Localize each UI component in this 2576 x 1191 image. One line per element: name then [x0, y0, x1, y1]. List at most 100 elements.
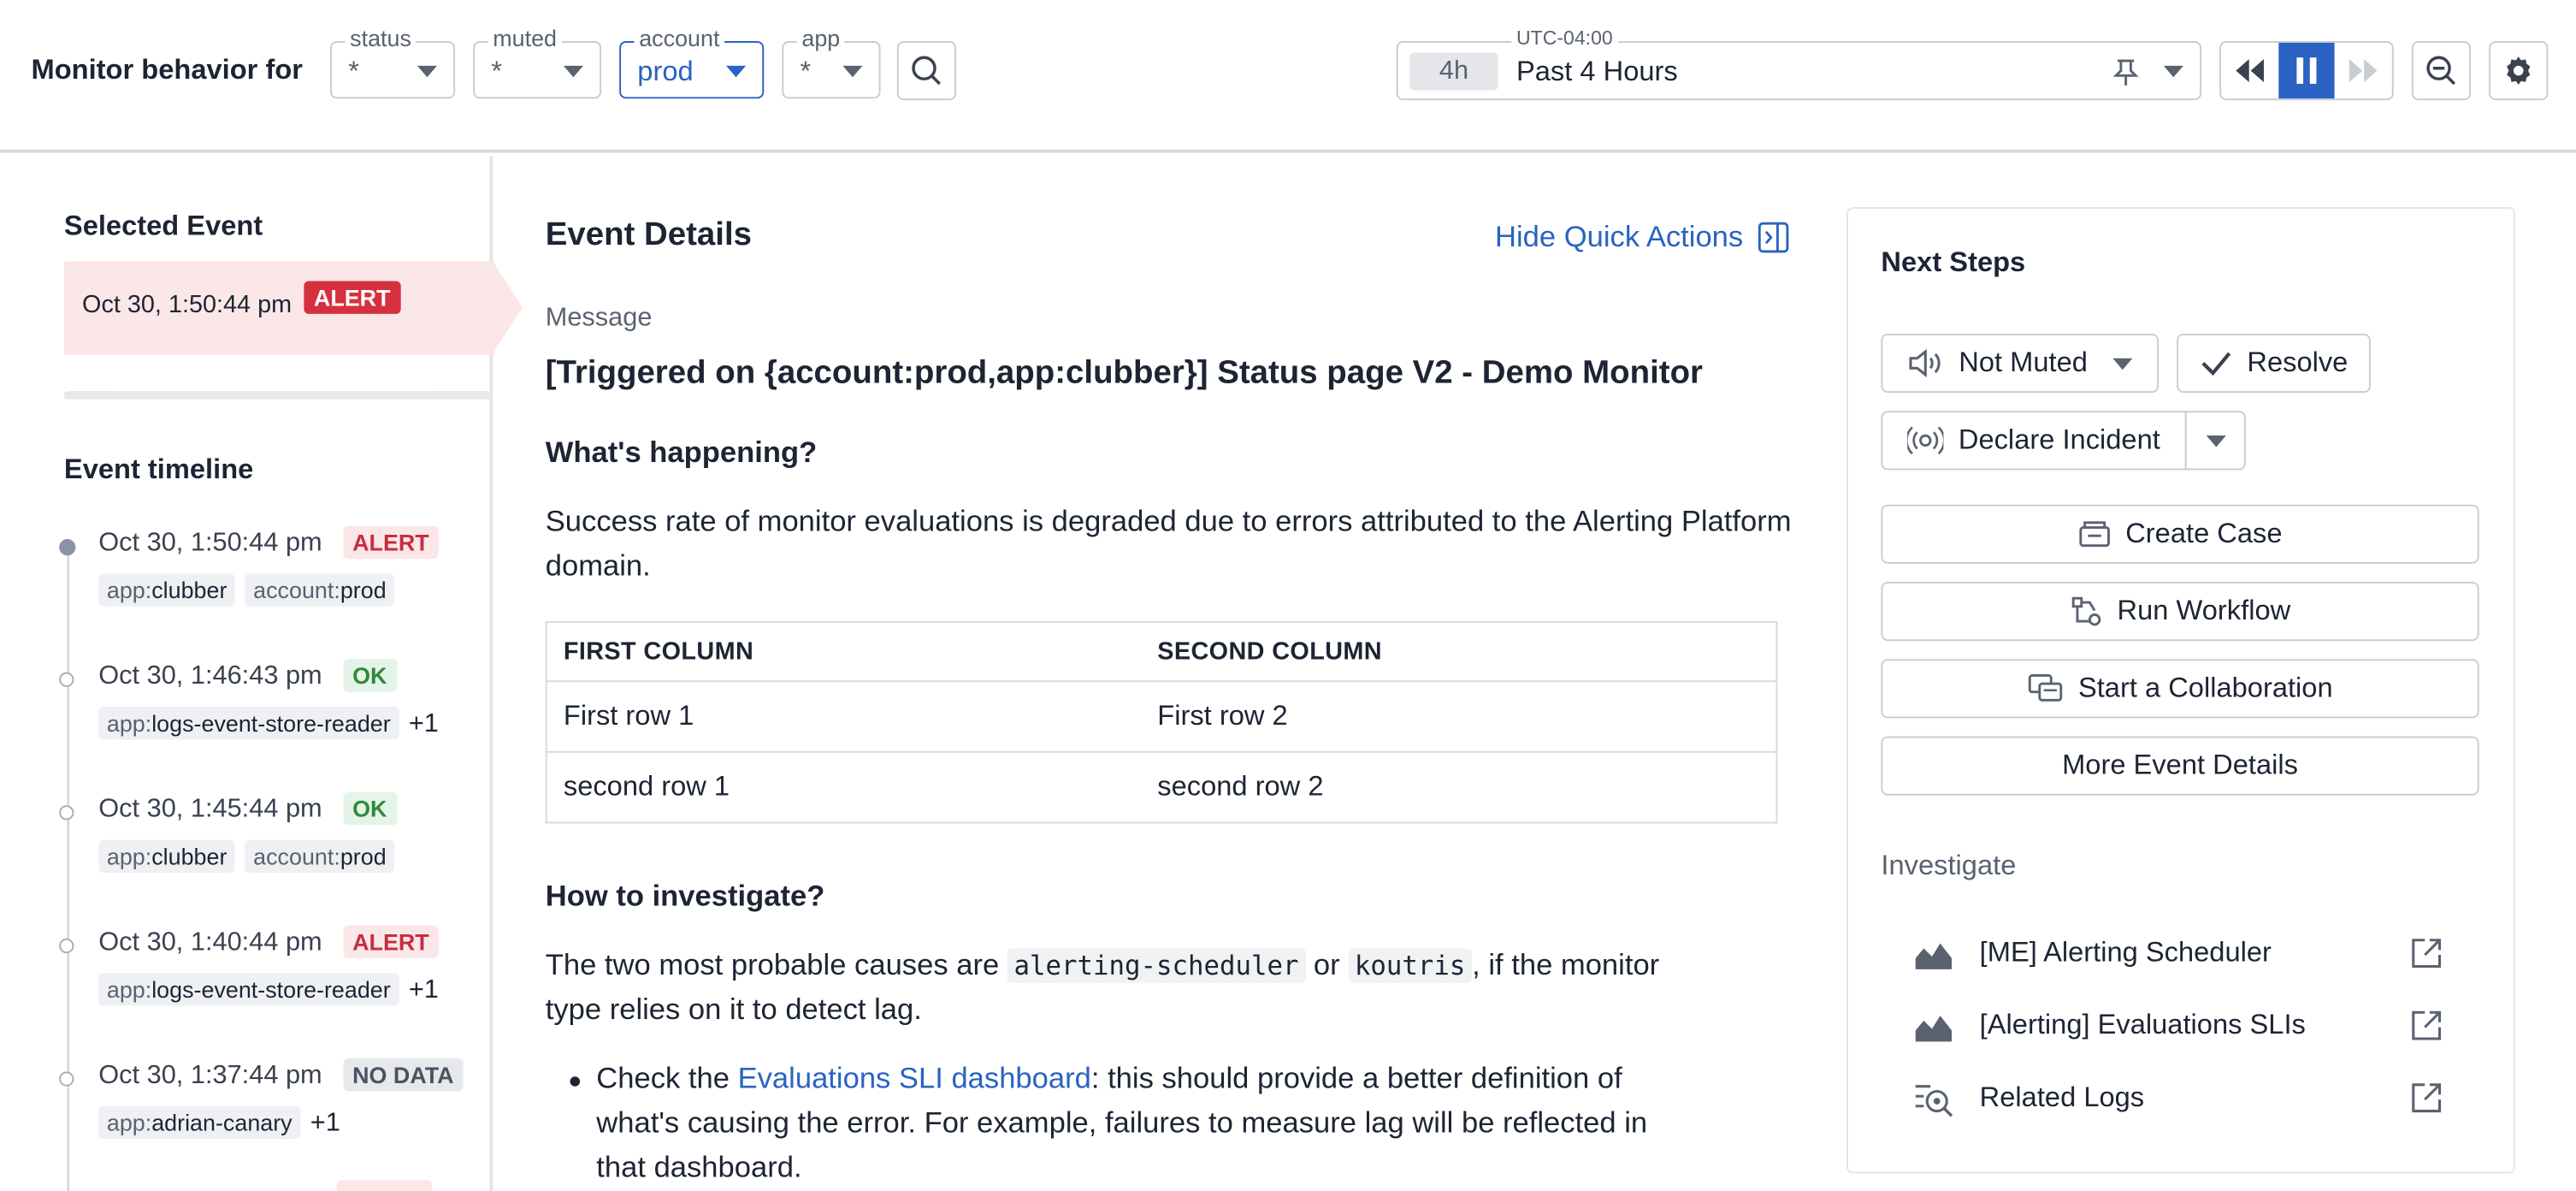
status-badge: ALERT	[342, 925, 440, 958]
tag-chip[interactable]: app:logs-event-store-reader	[98, 973, 399, 1006]
zoom-out-icon	[2426, 56, 2456, 86]
run-workflow-label: Run Workflow	[2117, 595, 2291, 626]
investigate-link-item[interactable]: [Alerting] Evaluations SLIs	[1914, 1003, 2444, 1052]
status-badge	[336, 1180, 433, 1191]
next-steps-title: Next Steps	[1881, 246, 2026, 278]
app-filter[interactable]: app *	[782, 24, 881, 99]
run-workflow-button[interactable]: Run Workflow	[1881, 581, 2479, 642]
account-filter[interactable]: account prod	[619, 24, 765, 99]
declare-incident-label: Declare Incident	[1958, 424, 2160, 456]
muted-filter[interactable]: muted *	[473, 24, 602, 99]
message-label: Message	[545, 304, 653, 333]
how-to-investigate-text: The two most probable causes are alertin…	[545, 948, 1660, 983]
tag-chip[interactable]: app:logs-event-store-reader	[98, 706, 399, 740]
settings-button[interactable]	[2489, 41, 2549, 101]
declare-incident-button[interactable]: Declare Incident	[1881, 411, 2187, 471]
logs-search-icon	[1915, 1085, 1953, 1117]
how-to-investigate-text-2: type relies on it to detect lag.	[545, 992, 922, 1026]
create-case-label: Create Case	[2125, 518, 2283, 549]
investigate-link-label: [Alerting] Evaluations SLIs	[1979, 1009, 2306, 1040]
investigate-link-item[interactable]: Related Logs	[1914, 1075, 2444, 1124]
hide-quick-actions-link[interactable]: Hide Quick Actions	[1495, 220, 1789, 254]
timeline-dot	[59, 938, 74, 954]
time-range-text: Past 4 Hours	[1515, 56, 1678, 87]
investigate-link-label: [ME] Alerting Scheduler	[1979, 936, 2272, 969]
fast-forward-button[interactable]	[2335, 43, 2392, 98]
muted-filter-label: muted	[487, 24, 562, 51]
more-tags[interactable]: +1	[409, 710, 439, 738]
more-tags[interactable]: +1	[409, 976, 439, 1004]
timeline-event[interactable]: Oct 30, 1:45:44 pm OK app:clubber account…	[98, 791, 405, 873]
zoom-out-button[interactable]	[2411, 41, 2472, 101]
event-timeline-title: Event timeline	[63, 453, 254, 485]
table-cell: First row 2	[1141, 681, 1777, 753]
page-title: Monitor behavior for	[31, 54, 303, 86]
evaluations-sli-dashboard-link[interactable]: Evaluations SLI dashboard	[738, 1062, 1091, 1094]
external-link-icon	[2412, 1010, 2442, 1040]
start-collaboration-button[interactable]: Start a Collaboration	[1881, 659, 2479, 719]
create-case-button[interactable]: Create Case	[1881, 504, 2479, 564]
status-badge: ALERT	[342, 525, 440, 560]
search-button[interactable]	[896, 41, 956, 101]
bullet-item-line-2: what's causing the error. For example, f…	[596, 1105, 1648, 1140]
declare-incident-dropdown[interactable]	[2184, 411, 2246, 471]
resolve-button[interactable]: Resolve	[2177, 333, 2371, 394]
chevron-down-icon	[842, 65, 863, 78]
rewind-button[interactable]	[2221, 43, 2278, 98]
timeline-line	[67, 545, 69, 1191]
investigate-link-label: Related Logs	[1979, 1081, 2145, 1113]
details-table: FIRST COLUMN SECOND COLUMN First row 1 F…	[545, 621, 1778, 824]
tag-chip[interactable]: app:clubber	[98, 573, 236, 607]
timeline-dot	[59, 805, 74, 821]
resolve-label: Resolve	[2247, 347, 2349, 378]
external-link-icon	[2412, 939, 2442, 969]
tag-chip[interactable]: account:prod	[245, 573, 395, 607]
time-range-picker[interactable]: 4h Past 4 Hours	[1396, 41, 2202, 101]
investigate-title: Investigate	[1881, 850, 2017, 881]
whats-happening-text: Success rate of monitor evaluations is d…	[545, 504, 1792, 582]
more-event-details-button[interactable]: More Event Details	[1881, 736, 2479, 796]
incident-icon	[1907, 426, 1944, 455]
event-details-title: Event Details	[545, 216, 753, 253]
mute-label: Not Muted	[1959, 347, 2088, 378]
time-range-chip: 4h	[1409, 52, 1498, 91]
fast-forward-icon	[2349, 59, 2377, 83]
playback-controls	[2219, 41, 2394, 101]
muted-filter-value: *	[491, 56, 503, 87]
bullet-item: Check the Evaluations SLI dashboard: thi…	[596, 1061, 1622, 1095]
more-tags[interactable]: +1	[310, 1110, 340, 1138]
account-filter-label: account	[634, 24, 725, 51]
tag-chip[interactable]: account:prod	[245, 839, 395, 873]
mute-dropdown-button[interactable]: Not Muted	[1881, 333, 2159, 394]
pause-button[interactable]	[2278, 42, 2336, 99]
timeline-event[interactable]: Oct 30, 1:50:44 pm ALERT app:clubber acco…	[98, 525, 440, 607]
collapse-panel-icon	[1758, 222, 1789, 253]
rewind-icon	[2236, 59, 2265, 83]
timeline-event[interactable]: Oct 30, 1:46:43 pm OK app:logs-event-sto…	[98, 659, 439, 740]
event-time: Oct 30, 1:40:44 pm	[98, 928, 322, 957]
more-event-details-label: More Event Details	[2062, 749, 2298, 781]
workflow-icon	[2071, 596, 2100, 626]
tag-chip[interactable]: app:adrian-canary	[98, 1105, 301, 1140]
status-filter[interactable]: status *	[330, 24, 456, 99]
pin-icon[interactable]	[2111, 57, 2141, 87]
table-header: SECOND COLUMN	[1141, 622, 1777, 683]
chevron-down-icon	[726, 65, 747, 78]
timeline-event[interactable]: Oct 30, 1:37:44 pm NO DATA app:adrian-ca…	[98, 1058, 464, 1140]
selected-event-card[interactable]: Oct 30, 1:50:44 pm ALERT	[63, 261, 495, 355]
timeline-dot	[59, 672, 74, 687]
status-filter-value: *	[348, 56, 359, 87]
bullet-dot	[570, 1076, 581, 1087]
event-time: Oct 30, 1:37:44 pm	[98, 1061, 322, 1090]
chevron-down-icon	[2205, 435, 2225, 447]
status-badge: NO DATA	[342, 1058, 464, 1092]
investigate-link-item[interactable]: [ME] Alerting Scheduler	[1914, 930, 2444, 980]
code-snippet: alerting-scheduler	[1007, 948, 1306, 983]
chevron-down-icon[interactable]	[2163, 65, 2183, 78]
timeline-dot	[59, 1071, 74, 1087]
gear-icon	[2507, 56, 2531, 85]
selected-event-title: Selected Event	[63, 210, 263, 242]
selected-event-time: Oct 30, 1:50:44 pm	[82, 290, 292, 319]
tag-chip[interactable]: app:clubber	[98, 839, 236, 873]
timeline-event[interactable]: Oct 30, 1:40:44 pm ALERT app:logs-event-…	[98, 925, 440, 1006]
